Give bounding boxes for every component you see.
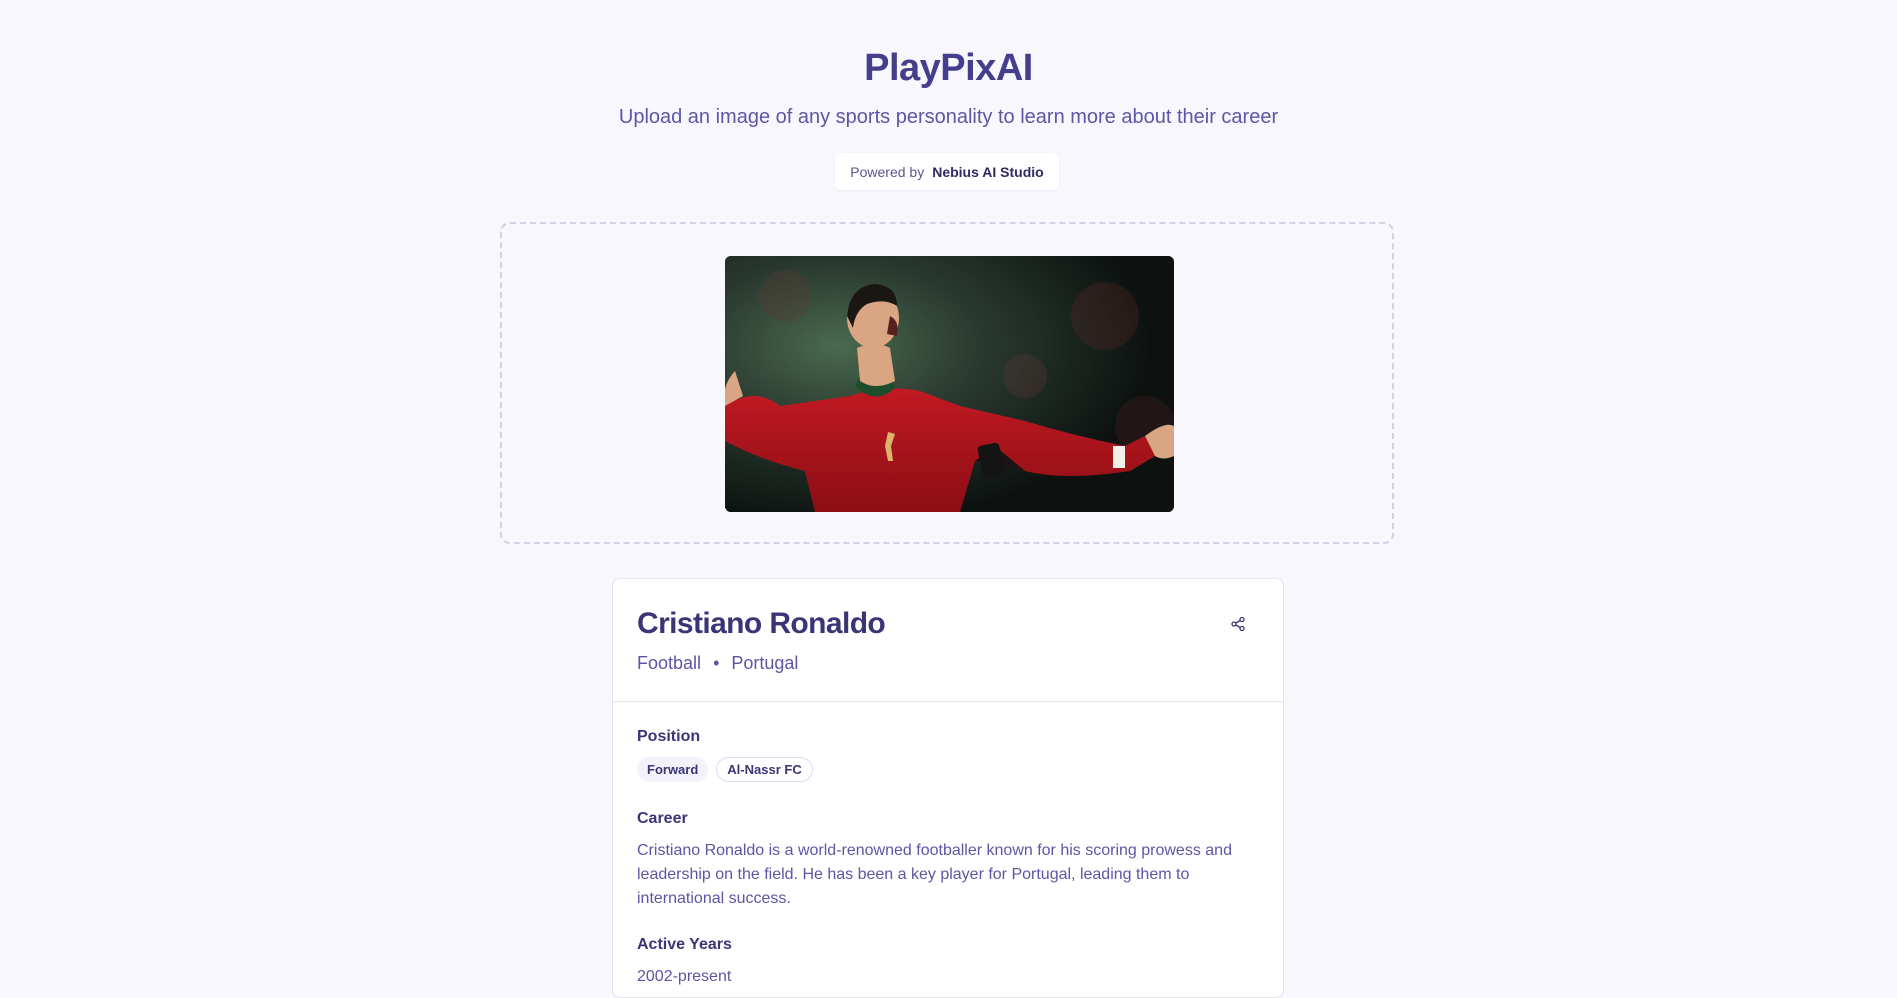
- position-tags: Forward Al-Nassr FC: [637, 757, 821, 782]
- active-years-value: 2002-present: [637, 968, 732, 985]
- meta-separator: •: [713, 653, 720, 673]
- image-upload-dropzone[interactable]: [500, 222, 1394, 544]
- card-header: Cristiano Ronaldo Football • Portugal: [613, 579, 1283, 702]
- uploaded-athlete-photo: [725, 256, 1174, 512]
- athlete-name: Cristiano Ronaldo: [637, 607, 886, 640]
- career-description: Cristiano Ronaldo is a world-renowned fo…: [637, 842, 1232, 907]
- athlete-sport: Football: [637, 653, 702, 673]
- career-title: Career: [637, 810, 688, 827]
- active-years-title: Active Years: [637, 936, 732, 953]
- athlete-country: Portugal: [731, 653, 799, 673]
- share-button[interactable]: [1227, 613, 1249, 635]
- position-title: Position: [637, 728, 701, 745]
- position-section: Position Forward Al-Nassr FC: [637, 727, 821, 782]
- powered-by-brand: Nebius AI Studio: [932, 163, 1044, 180]
- athlete-meta: Football • Portugal: [637, 651, 798, 675]
- career-section: Career Cristiano Ronaldo is a world-reno…: [637, 809, 1261, 911]
- share-icon: [1231, 616, 1245, 632]
- powered-by-badge[interactable]: Powered by Nebius AI Studio: [835, 153, 1059, 190]
- app-subtitle: Upload an image of any sports personalit…: [618, 106, 1279, 128]
- athlete-result-card: Cristiano Ronaldo Football • Portugal Po…: [612, 578, 1284, 998]
- powered-by-label: Powered by: [850, 163, 925, 180]
- active-years-section: Active Years 2002-present: [637, 935, 732, 987]
- tag-club: Al-Nassr FC: [716, 757, 813, 782]
- tag-position: Forward: [637, 757, 709, 782]
- app-title: PlayPixAI: [864, 47, 1033, 89]
